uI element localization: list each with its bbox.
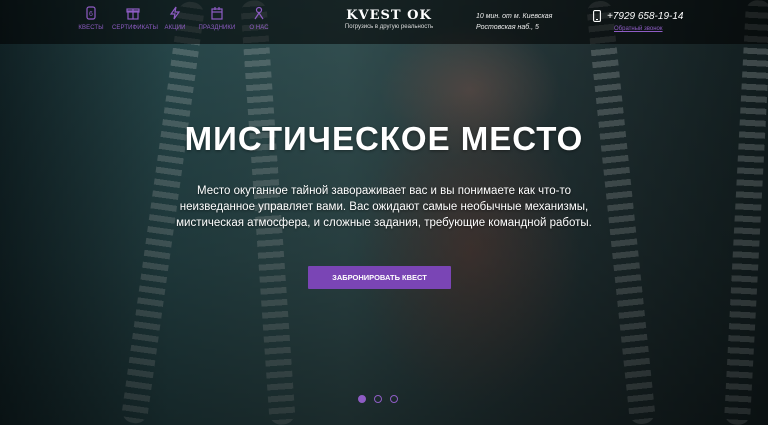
person-icon	[254, 6, 264, 20]
logo[interactable]: KVEST OK Погрузись в другую реальность	[334, 8, 444, 30]
slider-dots	[358, 395, 398, 403]
logo-tagline: Погрузись в другую реальность	[344, 24, 434, 30]
logo-name: KVEST OK	[346, 8, 432, 23]
address-line-1: 10 мин. от м. Киевская	[476, 13, 553, 20]
lightning-icon	[169, 6, 181, 20]
nav-item-label: О НАС	[249, 25, 269, 31]
site-header: 6 КВЕСТЫ СЕРТИФИКАТЫ АКЦИИ ПРАЗДНИКИ О Н…	[0, 0, 768, 44]
nav-item-label: ПРАЗДНИКИ	[198, 25, 236, 31]
nav-item-certificates[interactable]: СЕРТИФИКАТЫ	[112, 6, 159, 31]
number-6-icon: 6	[86, 6, 96, 20]
phone-icon	[593, 10, 601, 22]
nav-item-label: КВЕСТЫ	[78, 25, 104, 31]
slider-dot[interactable]	[374, 395, 382, 403]
slider-dot[interactable]	[390, 395, 398, 403]
hero-description: Место окутанное тайной завораживает вас …	[176, 185, 592, 229]
nav-item-label: АКЦИИ	[164, 25, 186, 31]
nav-item-about[interactable]: О НАС	[238, 6, 280, 31]
nav-item-quests[interactable]: 6 КВЕСТЫ	[70, 6, 112, 31]
main-nav: 6 КВЕСТЫ СЕРТИФИКАТЫ АКЦИИ ПРАЗДНИКИ О Н…	[70, 6, 280, 31]
phone-number: +7929 658-19-14	[607, 10, 684, 22]
address-line-2: Ростовская наб., 5	[476, 24, 539, 31]
book-quest-button[interactable]: ЗАБРОНИРОВАТЬ КВЕСТ	[308, 266, 451, 289]
svg-text:6: 6	[89, 11, 93, 18]
address: 10 мин. от м. Киевская Ростовская наб., …	[476, 11, 552, 33]
gift-icon	[126, 8, 140, 20]
phone[interactable]: +7929 658-19-14	[593, 10, 683, 22]
slider-dot[interactable]	[358, 395, 366, 403]
nav-item-label: СЕРТИФИКАТЫ	[112, 25, 159, 31]
nav-item-holidays[interactable]: ПРАЗДНИКИ	[196, 6, 238, 31]
callback-link[interactable]: Обратный звонок	[614, 26, 663, 32]
calendar-icon	[211, 7, 223, 20]
hero-title: МИСТИЧЕСКОЕ МЕСТО	[184, 120, 584, 157]
nav-item-promotions[interactable]: АКЦИИ	[154, 6, 196, 31]
chain-decoration	[723, 0, 768, 425]
